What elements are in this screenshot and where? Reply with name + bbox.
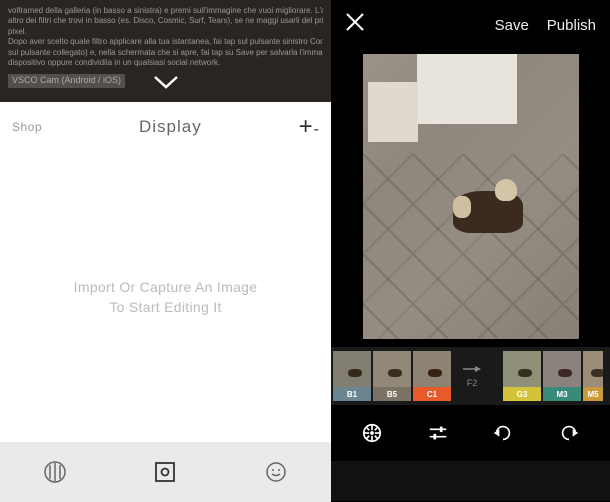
empty-state: Import Or Capture An Image To Start Edit… — [0, 152, 331, 442]
doc-line: sul pulsante collegato) e, nella scherma… — [8, 48, 323, 58]
chevron-down-icon[interactable] — [153, 70, 179, 99]
redo-icon[interactable] — [549, 413, 589, 453]
vsco-cam-label: VSCO Cam (Android / iOS) — [8, 74, 125, 88]
filter-b5[interactable]: B5 — [373, 351, 411, 401]
tool-row — [331, 405, 610, 461]
camera-icon[interactable] — [153, 460, 177, 484]
plus-icon: + — [299, 113, 313, 141]
display-label[interactable]: Display — [139, 117, 202, 137]
left-bottom-bar — [0, 442, 331, 502]
vsco-right-panel: Save Publish B1 B5 C1 — [331, 0, 610, 502]
background-document: volframed della galleria (in basso a sin… — [0, 0, 331, 102]
empty-text-line2: To Start Editing It — [109, 299, 221, 315]
doc-line: Dopo aver scelto quale filtro applicare … — [8, 37, 323, 47]
filter-f2-divider[interactable]: F2 — [453, 351, 491, 401]
doc-line: volframed della galleria (in basso a sin… — [8, 6, 323, 16]
adjust-icon[interactable] — [418, 413, 458, 453]
filter-f2-label: F2 — [467, 378, 478, 388]
filter-c1[interactable]: C1 — [413, 351, 451, 401]
publish-button[interactable]: Publish — [547, 17, 596, 34]
empty-text-line1: Import Or Capture An Image — [74, 279, 258, 295]
close-icon[interactable] — [345, 11, 365, 39]
left-header: Shop Display +- — [0, 102, 331, 152]
filter-b1[interactable]: B1 — [333, 351, 371, 401]
doc-line: dispositivo oppure condividila in un qua… — [8, 58, 323, 68]
doc-line: pixel. — [8, 27, 323, 37]
filter-strip: B1 B5 C1 F2 G3 M3 — [331, 347, 610, 405]
photo-preview[interactable] — [363, 54, 579, 339]
grid-icon[interactable] — [43, 460, 67, 484]
smiley-icon[interactable] — [264, 460, 288, 484]
filter-m3[interactable]: M3 — [543, 351, 581, 401]
doc-line: altro dei filtri che trovi in basso (es.… — [8, 16, 323, 26]
shop-link[interactable]: Shop — [12, 120, 42, 134]
undo-icon[interactable] — [483, 413, 523, 453]
add-button[interactable]: +- — [299, 113, 319, 141]
bottom-spacer — [331, 461, 610, 501]
save-button[interactable]: Save — [495, 17, 529, 34]
filter-g3[interactable]: G3 — [503, 351, 541, 401]
presets-icon[interactable] — [352, 413, 392, 453]
filter-m5[interactable]: M5 — [583, 351, 603, 401]
editor-header: Save Publish — [331, 0, 610, 50]
photo-preview-area — [331, 50, 610, 347]
vsco-left-panel: volframed della galleria (in basso a sin… — [0, 0, 331, 502]
